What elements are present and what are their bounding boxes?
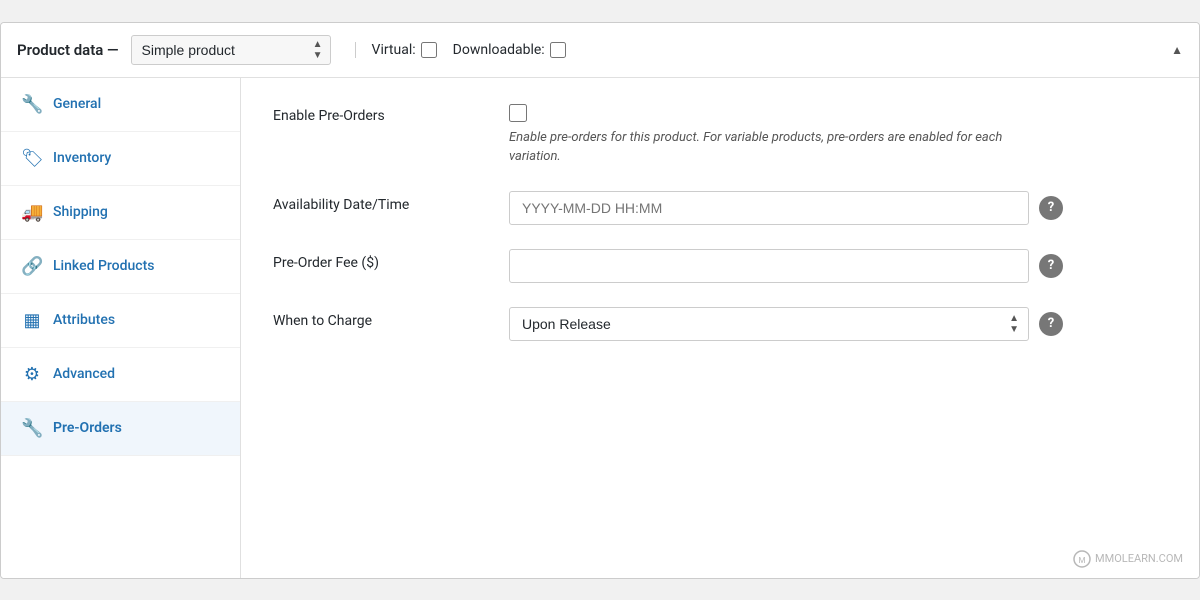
panel-body-wrapper: 🔧 General 🏷 Inventory 🚚 Shipping 🔗 Linke… xyxy=(1,78,1199,578)
panel-body: 🔧 General 🏷 Inventory 🚚 Shipping 🔗 Linke… xyxy=(1,78,1199,578)
checkbox-row xyxy=(509,102,1029,122)
collapse-button[interactable]: ▲ xyxy=(1171,43,1183,57)
sidebar-item-pre-orders[interactable]: 🔧 Pre-Orders xyxy=(1,402,240,456)
downloadable-label[interactable]: Downloadable: xyxy=(453,42,566,58)
enable-preorders-field: Enable pre-orders for this product. For … xyxy=(509,102,1167,167)
sidebar-label-linked-products: Linked Products xyxy=(53,258,154,274)
when-to-charge-row: When to Charge Upon Release Upfront ▲▼ ? xyxy=(273,307,1167,341)
preorder-fee-field: ? xyxy=(509,249,1167,283)
when-to-charge-wrapper[interactable]: Upon Release Upfront ▲▼ xyxy=(509,307,1029,341)
when-to-charge-help-icon[interactable]: ? xyxy=(1039,312,1063,336)
panel-header: Product data — Simple product ▲▼ Virtual… xyxy=(1,23,1199,78)
enable-preorders-checkbox-group: Enable pre-orders for this product. For … xyxy=(509,102,1029,167)
product-type-wrapper[interactable]: Simple product ▲▼ xyxy=(131,35,331,65)
enable-preorders-row: Enable Pre-Orders Enable pre-orders for … xyxy=(273,102,1167,167)
sidebar-label-shipping: Shipping xyxy=(53,204,108,220)
watermark-logo-icon: M xyxy=(1073,550,1091,568)
when-to-charge-select[interactable]: Upon Release Upfront xyxy=(509,307,1029,341)
sidebar-label-inventory: Inventory xyxy=(53,150,111,166)
pre-orders-icon: 🔧 xyxy=(21,418,43,439)
link-icon: 🔗 xyxy=(21,256,43,277)
sidebar-item-advanced[interactable]: ⚙ Advanced xyxy=(1,348,240,402)
enable-preorders-checkbox[interactable] xyxy=(509,104,527,122)
watermark-text: MMOLEARN.COM xyxy=(1095,552,1183,565)
virtual-downloadable-group: Virtual: Downloadable: xyxy=(355,42,566,58)
availability-field: ? xyxy=(509,191,1167,225)
preorder-fee-label: Pre-Order Fee ($) xyxy=(273,249,493,271)
virtual-label[interactable]: Virtual: xyxy=(372,42,437,58)
tag-icon: 🏷 xyxy=(21,148,43,169)
sidebar-item-linked-products[interactable]: 🔗 Linked Products xyxy=(1,240,240,294)
sidebar-label-advanced: Advanced xyxy=(53,366,115,382)
availability-input[interactable] xyxy=(509,191,1029,225)
watermark: M MMOLEARN.COM xyxy=(1073,550,1183,568)
downloadable-checkbox[interactable] xyxy=(550,42,566,58)
preorder-fee-row: Pre-Order Fee ($) ? xyxy=(273,249,1167,283)
virtual-checkbox[interactable] xyxy=(421,42,437,58)
attributes-icon: ▦ xyxy=(21,310,43,331)
product-data-panel: Product data — Simple product ▲▼ Virtual… xyxy=(0,22,1200,579)
sidebar-item-general[interactable]: 🔧 General xyxy=(1,78,240,132)
svg-text:M: M xyxy=(1079,556,1086,565)
sidebar-item-shipping[interactable]: 🚚 Shipping xyxy=(1,186,240,240)
sidebar-item-inventory[interactable]: 🏷 Inventory xyxy=(1,132,240,186)
main-content: Enable Pre-Orders Enable pre-orders for … xyxy=(241,78,1199,578)
sidebar-label-pre-orders: Pre-Orders xyxy=(53,420,122,436)
sidebar: 🔧 General 🏷 Inventory 🚚 Shipping 🔗 Linke… xyxy=(1,78,241,578)
availability-row: Availability Date/Time ? xyxy=(273,191,1167,225)
enable-preorders-label: Enable Pre-Orders xyxy=(273,102,493,124)
sidebar-label-attributes: Attributes xyxy=(53,312,115,328)
availability-help-icon[interactable]: ? xyxy=(1039,196,1063,220)
gear-icon: ⚙ xyxy=(21,364,43,385)
sidebar-label-general: General xyxy=(53,96,101,112)
preorder-fee-help-icon[interactable]: ? xyxy=(1039,254,1063,278)
when-to-charge-field: Upon Release Upfront ▲▼ ? xyxy=(509,307,1167,341)
preorder-fee-input[interactable] xyxy=(509,249,1029,283)
wrench-icon: 🔧 xyxy=(21,94,43,115)
enable-preorders-description: Enable pre-orders for this product. For … xyxy=(509,128,1029,167)
panel-title: Product data — xyxy=(17,41,119,59)
sidebar-item-attributes[interactable]: ▦ Attributes xyxy=(1,294,240,348)
when-to-charge-label: When to Charge xyxy=(273,307,493,329)
truck-icon: 🚚 xyxy=(21,202,43,223)
availability-label: Availability Date/Time xyxy=(273,191,493,213)
product-type-select[interactable]: Simple product xyxy=(131,35,331,65)
